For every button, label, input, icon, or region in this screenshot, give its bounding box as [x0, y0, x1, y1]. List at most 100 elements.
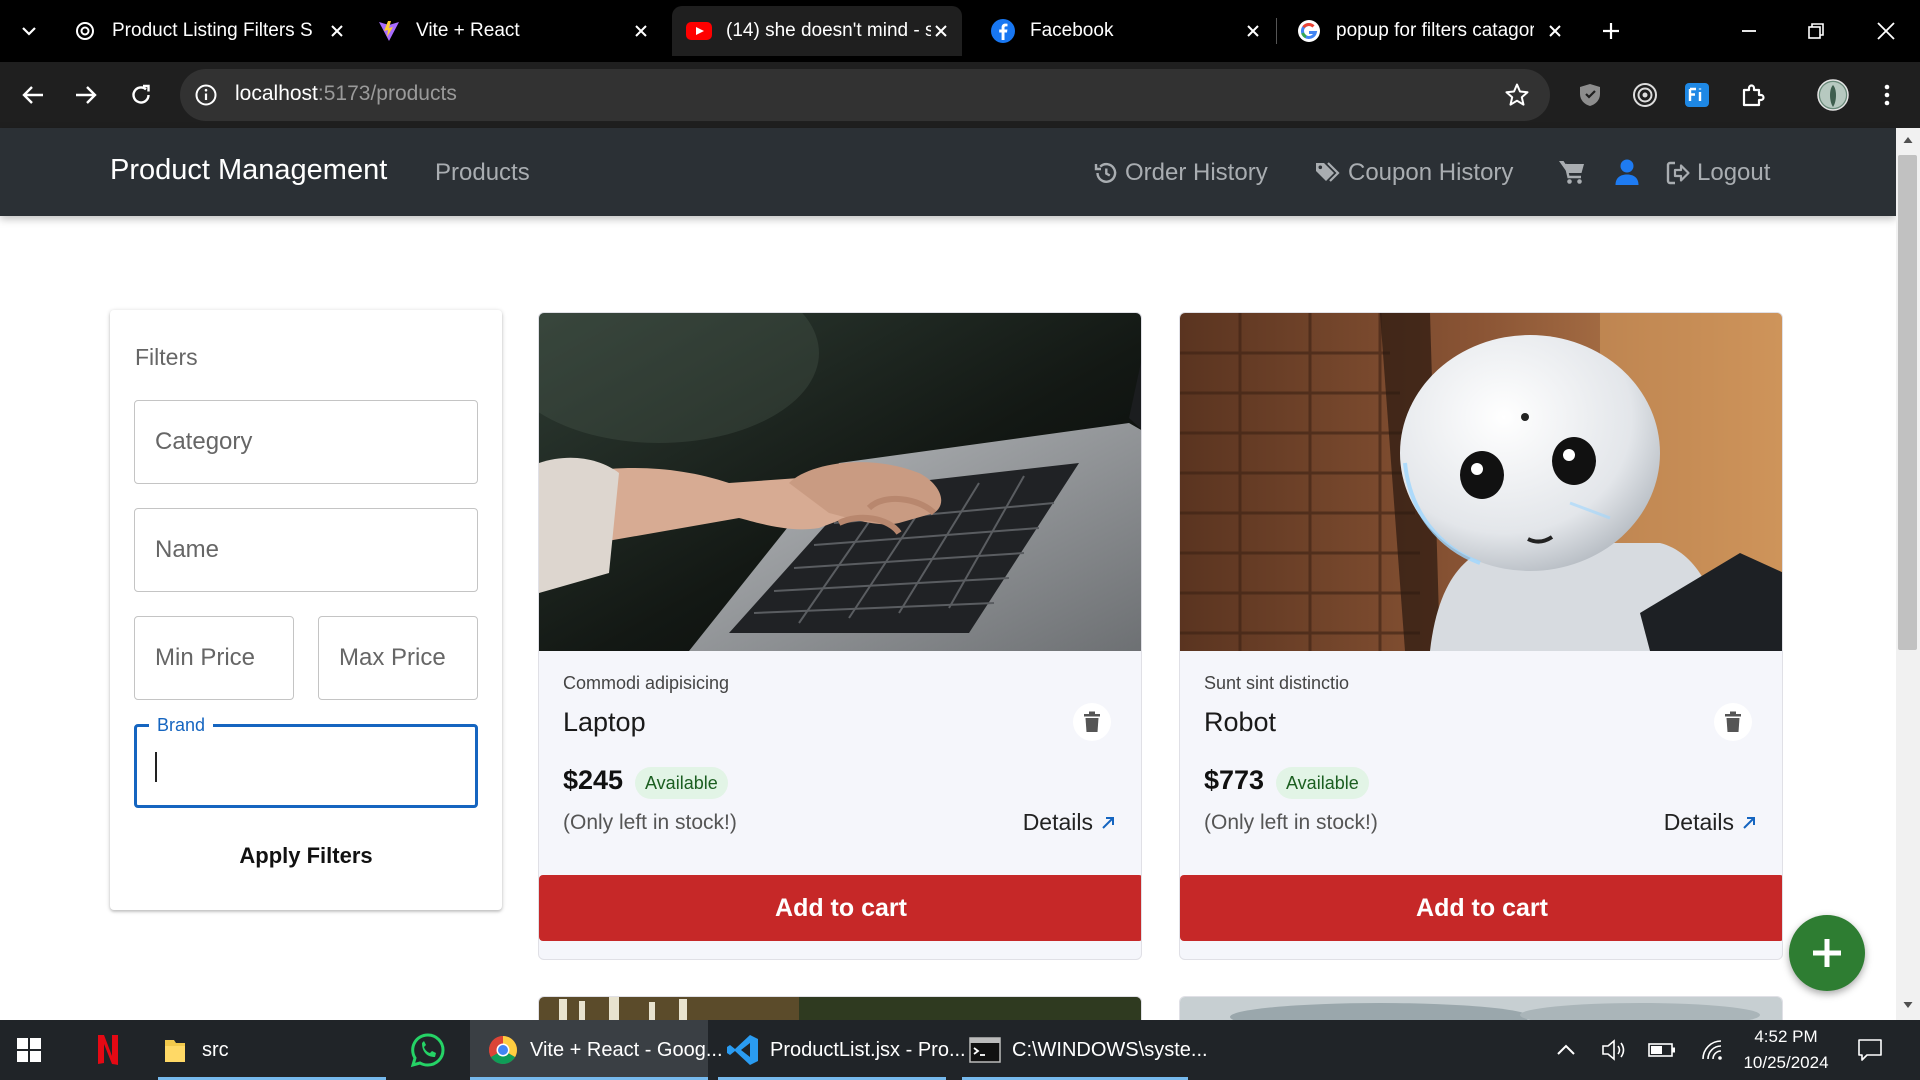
url-text: localhost:5173/products — [235, 82, 457, 106]
back-icon[interactable] — [15, 77, 51, 113]
taskbar-item-chrome[interactable]: Vite + React - Goog... — [470, 1020, 723, 1080]
product-name: Robot — [1204, 707, 1277, 737]
details-link[interactable]: Details — [1664, 809, 1756, 836]
max-price-input[interactable] — [319, 617, 477, 699]
nav-order-history-label: Order History — [1125, 159, 1268, 186]
tray-overflow-chevron-icon[interactable] — [1550, 1034, 1582, 1066]
netflix-app[interactable] — [96, 1020, 130, 1080]
close-window-icon[interactable] — [1869, 14, 1903, 48]
taskbar-item-vscode[interactable]: ProductList.jsx - Pro... — [718, 1020, 966, 1080]
scroll-up-arrow-icon[interactable] — [1903, 136, 1913, 144]
facebook-icon — [990, 18, 1016, 44]
tab-title: (14) she doesn't mind - s — [726, 20, 931, 41]
shield-extension-icon[interactable] — [1574, 79, 1606, 111]
terminal-icon — [968, 1033, 1002, 1067]
taskbar-item-terminal[interactable]: C:\WINDOWS\syste... — [962, 1020, 1208, 1080]
browser-tab-1[interactable]: Vite + React — [376, 6, 654, 56]
reload-icon[interactable] — [123, 77, 159, 113]
close-tab-icon[interactable] — [628, 18, 654, 44]
nav-products-link[interactable]: Products — [435, 159, 530, 187]
delete-product-button[interactable] — [1073, 703, 1111, 741]
restore-icon[interactable] — [1799, 14, 1833, 48]
battery-icon[interactable] — [1646, 1034, 1678, 1066]
category-field — [134, 400, 478, 484]
youtube-icon — [686, 18, 712, 44]
browser-tab-2[interactable]: (14) she doesn't mind - s — [672, 6, 962, 56]
close-tab-icon[interactable] — [1542, 18, 1568, 44]
chatgpt-icon — [72, 18, 98, 44]
product-brand: Sunt sint distinctio — [1204, 673, 1350, 693]
add-to-cart-button[interactable]: Add to cart — [539, 875, 1141, 941]
taskbar-item-src[interactable]: src — [158, 1020, 386, 1080]
availability-badge: Available — [1276, 767, 1369, 799]
user-icon[interactable] — [1613, 158, 1641, 186]
scrollbar-thumb[interactable] — [1898, 155, 1917, 650]
notifications-icon[interactable] — [1854, 1034, 1886, 1066]
apply-filters-button[interactable]: Apply Filters — [220, 834, 392, 878]
bookmark-star-icon[interactable] — [1504, 82, 1530, 108]
browser-tab-0[interactable]: Product Listing Filters Set — [72, 6, 350, 56]
profile-avatar[interactable] — [1815, 77, 1851, 113]
history-icon — [1094, 162, 1117, 183]
system-clock[interactable]: 4:52 PM 10/25/2024 — [1734, 1024, 1838, 1076]
taskbar-item-label: src — [202, 1038, 229, 1061]
scroll-down-arrow-icon[interactable] — [1903, 1001, 1913, 1009]
product-brand: Commodi adipisicing — [563, 673, 730, 693]
details-label: Details — [1663, 809, 1734, 835]
nav-logout-link[interactable]: Logout — [1665, 159, 1770, 187]
details-label: Details — [1022, 809, 1093, 835]
brand-input[interactable] — [137, 727, 475, 805]
brand-title[interactable]: Product Management — [110, 154, 387, 187]
volume-icon[interactable] — [1598, 1034, 1630, 1066]
delete-product-button[interactable] — [1714, 703, 1752, 741]
trash-icon — [1725, 711, 1741, 732]
product-card: Commodi adipisicing Laptop $245 Availabl… — [538, 312, 1142, 960]
taskbar-item-label: Vite + React - Goog... — [530, 1038, 723, 1061]
category-input[interactable] — [135, 401, 477, 483]
add-product-button[interactable] — [1789, 915, 1865, 991]
chrome-icon — [486, 1033, 520, 1067]
new-tab-icon[interactable] — [1596, 16, 1626, 46]
extensions-puzzle-icon[interactable] — [1737, 79, 1769, 111]
browser-tab-strip: Product Listing Filters Set Vite + React… — [0, 0, 1920, 62]
product-image-robot[interactable] — [1180, 313, 1782, 651]
product-name: Laptop — [563, 707, 646, 737]
text-caret — [155, 752, 157, 782]
browser-tab-4[interactable]: popup for filters catagory — [1296, 6, 1568, 56]
cart-icon[interactable] — [1558, 158, 1586, 186]
site-info-icon[interactable] — [194, 83, 218, 107]
browser-menu-icon[interactable] — [1871, 79, 1903, 111]
fi-extension-icon[interactable] — [1681, 79, 1713, 111]
product-card: Sunt sint distinctio Robot $773 Availabl… — [1179, 312, 1783, 960]
close-tab-icon[interactable] — [324, 18, 350, 44]
windows-taskbar: src Vite + React - Goog... ProductList.j… — [0, 1020, 1920, 1080]
product-card-partial[interactable] — [1179, 996, 1783, 1020]
browser-tab-3[interactable]: Facebook — [990, 6, 1266, 56]
brand-field-label: Brand — [149, 715, 214, 736]
details-link[interactable]: Details — [1023, 809, 1115, 836]
product-image-laptop[interactable] — [539, 313, 1141, 651]
min-price-input[interactable] — [135, 617, 293, 699]
forward-icon[interactable] — [68, 77, 104, 113]
clock-time: 4:52 PM — [1754, 1027, 1818, 1046]
browser-toolbar: localhost:5173/products — [0, 62, 1920, 128]
minimize-icon[interactable] — [1732, 14, 1766, 48]
nav-coupon-history-link[interactable]: Coupon History — [1314, 159, 1513, 187]
wifi-icon[interactable] — [1696, 1034, 1728, 1066]
close-tab-icon[interactable] — [1240, 18, 1266, 44]
filters-panel: Filters Brand Apply Filters — [110, 310, 502, 910]
whatsapp-app[interactable] — [410, 1020, 450, 1080]
windows-icon — [17, 1038, 41, 1062]
target-extension-icon[interactable] — [1629, 79, 1661, 111]
vscode-icon — [726, 1033, 760, 1067]
start-button[interactable] — [16, 1020, 56, 1080]
tab-search-icon[interactable] — [14, 16, 44, 46]
product-card-partial[interactable] — [538, 996, 1142, 1020]
address-bar[interactable]: localhost:5173/products — [180, 69, 1550, 121]
url-path: :5173/products — [317, 82, 457, 105]
add-to-cart-button[interactable]: Add to cart — [1180, 875, 1782, 941]
close-tab-icon[interactable] — [928, 18, 954, 44]
name-input[interactable] — [135, 509, 477, 591]
external-arrow-icon — [1102, 816, 1114, 829]
nav-order-history-link[interactable]: Order History — [1093, 159, 1268, 187]
